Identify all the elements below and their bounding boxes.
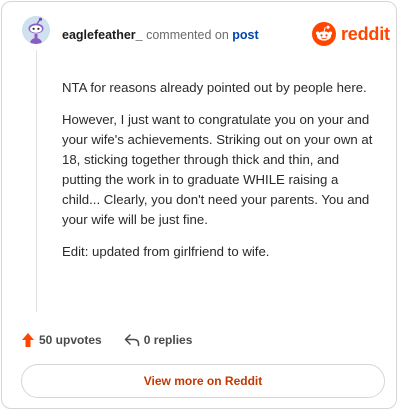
avatar[interactable]	[22, 16, 50, 44]
thread-line	[36, 50, 37, 312]
reply-arrow-icon	[124, 334, 139, 347]
upvote-arrow-icon	[22, 333, 34, 347]
comment-paragraph: However, I just want to congratulate you…	[62, 112, 373, 227]
comment-paragraph: Edit: updated from girlfriend to wife.	[62, 244, 270, 259]
upvotes-button[interactable]: 50 upvotes	[21, 332, 102, 348]
comment-embed-card: eaglefeather_ commented on post reddit N…	[1, 1, 397, 409]
comment-body: NTA for reasons already pointed out by p…	[62, 78, 380, 274]
replies-count: 0 replies	[143, 333, 193, 347]
reddit-alien-logo-icon	[312, 22, 336, 46]
comment-footer: 50 upvotes 0 replies	[21, 332, 192, 348]
reddit-wordmark: reddit	[341, 24, 390, 44]
snoo-avatar-icon	[22, 16, 50, 44]
comment-paragraph: NTA for reasons already pointed out by p…	[62, 80, 367, 95]
post-link[interactable]: post	[232, 28, 258, 42]
view-more-on-reddit-button[interactable]: View more on Reddit	[21, 364, 385, 398]
comment-header: eaglefeather_ commented on post	[62, 27, 259, 43]
replies-button[interactable]: 0 replies	[124, 333, 193, 347]
username-link[interactable]: eaglefeather_	[62, 28, 143, 42]
commented-on-text: commented on	[146, 28, 229, 42]
upvotes-count: 50 upvotes	[39, 333, 102, 347]
reddit-logo[interactable]: reddit	[312, 22, 390, 46]
